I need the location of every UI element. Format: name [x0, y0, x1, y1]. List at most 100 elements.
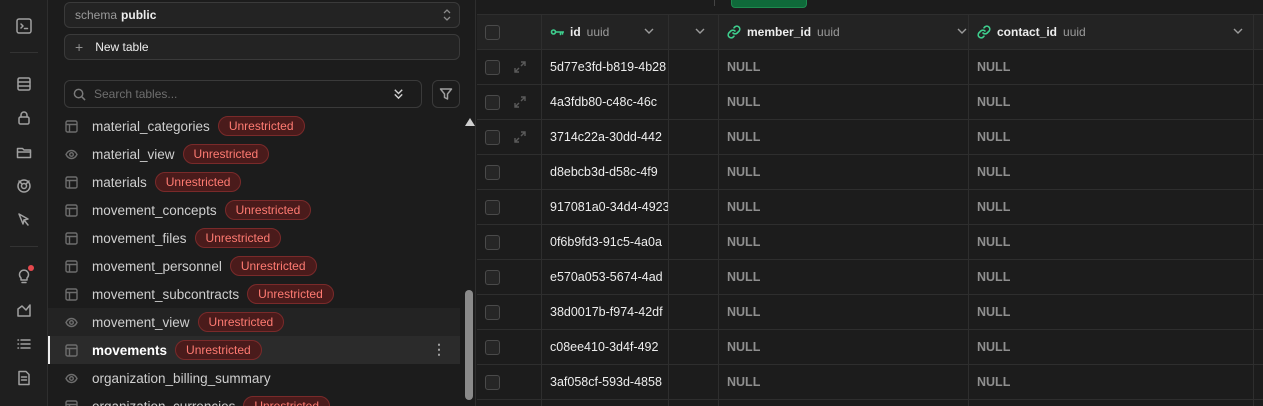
new-table-button[interactable]: + New table: [64, 34, 460, 60]
cell-id[interactable]: 4a3fdb80-c48c-46c: [550, 85, 668, 119]
scrollbar-thumb[interactable]: [465, 290, 473, 400]
cell-member-id[interactable]: NULL: [727, 330, 957, 364]
table-row[interactable]: 4a3fdb80-c48c-46c NULL NULL: [477, 85, 1263, 120]
expand-row-icon[interactable]: [514, 120, 530, 154]
row-checkbox[interactable]: [485, 164, 500, 180]
table-list-item[interactable]: organization_billing_summary: [48, 364, 460, 392]
table-list-item[interactable]: material_view Unrestricted: [48, 140, 460, 168]
filter-icon: [439, 88, 453, 100]
reports-icon[interactable]: [10, 296, 38, 324]
cell-contact-id[interactable]: NULL: [977, 50, 1237, 84]
table-list-item[interactable]: material_categories Unrestricted: [48, 112, 460, 140]
filter-button[interactable]: [432, 80, 460, 108]
cell-contact-id[interactable]: NULL: [977, 85, 1237, 119]
column-name: contact_id: [997, 25, 1058, 39]
column-header-member-id[interactable]: member_id uuid: [727, 15, 967, 49]
table-list-item[interactable]: movement_view Unrestricted: [48, 308, 460, 336]
docs-icon[interactable]: [10, 364, 38, 392]
row-checkbox[interactable]: [485, 94, 500, 110]
chevron-down-icon[interactable]: [695, 27, 705, 35]
lightbulb-icon[interactable]: [10, 262, 38, 290]
row-checkbox[interactable]: [485, 269, 500, 285]
cell-id[interactable]: 38d0017b-f974-42df: [550, 295, 668, 329]
terminal-icon[interactable]: [10, 12, 38, 40]
cell-contact-id[interactable]: NULL: [977, 190, 1237, 224]
table-row[interactable]: 5d77e3fd-b819-4b28 NULL NULL: [477, 50, 1263, 85]
table-icon: [64, 175, 78, 189]
schema-selector[interactable]: schema public: [64, 2, 460, 28]
table-list-item[interactable]: materials Unrestricted: [48, 168, 460, 196]
cell-id[interactable]: c08ee410-3d4f-492: [550, 330, 668, 364]
lock-icon[interactable]: [10, 104, 38, 132]
table-row[interactable]: 3af058cf-593d-4858 NULL NULL: [477, 365, 1263, 400]
cell-contact-id[interactable]: NULL: [977, 295, 1237, 329]
table-list-item[interactable]: movement_personnel Unrestricted: [48, 252, 460, 280]
row-checkbox[interactable]: [485, 199, 500, 215]
expand-row-icon[interactable]: [514, 50, 530, 84]
table-icon: [64, 231, 78, 245]
table-list-item[interactable]: movements Unrestricted ⋮: [48, 336, 460, 364]
cell-contact-id[interactable]: NULL: [977, 225, 1237, 259]
row-checkbox[interactable]: [485, 129, 500, 145]
realtime-icon[interactable]: [10, 172, 38, 200]
row-checkbox[interactable]: [485, 234, 500, 250]
column-header-contact-id[interactable]: contact_id uuid: [977, 15, 1243, 49]
table-list-item[interactable]: organization_currencies Unrestricted: [48, 392, 460, 406]
cell-member-id[interactable]: NULL: [727, 295, 957, 329]
table-list-item[interactable]: movement_subcontracts Unrestricted: [48, 280, 460, 308]
column-header-partial[interactable]: [669, 15, 719, 49]
table-row[interactable]: 917081a0-34d4-4923 NULL NULL: [477, 190, 1263, 225]
more-options-icon[interactable]: ⋮: [432, 342, 446, 356]
cell-id[interactable]: 0f6b9fd3-91c5-4a0a: [550, 225, 668, 259]
cell-member-id[interactable]: NULL: [727, 190, 957, 224]
table-row[interactable]: 0f6b9fd3-91c5-4a0a NULL NULL: [477, 225, 1263, 260]
chevron-down-icon[interactable]: [957, 27, 967, 35]
folder-icon[interactable]: [10, 138, 38, 166]
cell-member-id[interactable]: NULL: [727, 50, 957, 84]
row-checkbox[interactable]: [485, 339, 500, 355]
cell-contact-id[interactable]: NULL: [977, 365, 1237, 399]
cell-id[interactable]: 917081a0-34d4-4923: [550, 190, 668, 224]
cell-contact-id[interactable]: NULL: [977, 330, 1237, 364]
list-icon[interactable]: [10, 330, 38, 358]
table-row[interactable]: 38d0017b-f974-42df NULL NULL: [477, 295, 1263, 330]
chevron-down-icon[interactable]: [644, 27, 654, 35]
expand-row-icon[interactable]: [514, 85, 530, 119]
row-checkbox[interactable]: [485, 59, 500, 75]
column-header-id[interactable]: id uuid: [550, 15, 668, 49]
chevron-down-icon[interactable]: [1233, 27, 1243, 35]
cell-id[interactable]: d8ebcb3d-d58c-4f9: [550, 155, 668, 189]
table-row[interactable]: e570a053-5674-4ad NULL NULL: [477, 260, 1263, 295]
table-list-scrollbar[interactable]: [464, 112, 476, 406]
row-checkbox[interactable]: [485, 304, 500, 320]
insert-button[interactable]: [731, 0, 807, 8]
scroll-up-arrow-icon[interactable]: [465, 118, 475, 126]
table-list-item[interactable]: movement_concepts Unrestricted: [48, 196, 460, 224]
cell-member-id[interactable]: NULL: [727, 155, 957, 189]
table-row[interactable]: 3714c22a-30dd-442 NULL NULL: [477, 120, 1263, 155]
cell-contact-id[interactable]: NULL: [977, 260, 1237, 294]
cell-member-id[interactable]: NULL: [727, 120, 957, 154]
search-tables-box[interactable]: [64, 80, 422, 108]
table-row[interactable]: d8ebcb3d-d58c-4f9 NULL NULL: [477, 155, 1263, 190]
top-icon-partial[interactable]: [10, 0, 38, 6]
database-icon[interactable]: [10, 70, 38, 98]
table-list-item[interactable]: movement_files Unrestricted: [48, 224, 460, 252]
cell-id[interactable]: 3af058cf-593d-4858: [550, 365, 668, 399]
search-tables-input[interactable]: [94, 87, 384, 101]
cell-member-id[interactable]: NULL: [727, 365, 957, 399]
rls-status-badge: Unrestricted: [194, 228, 282, 248]
cell-id[interactable]: e570a053-5674-4ad: [550, 260, 668, 294]
cell-contact-id[interactable]: NULL: [977, 120, 1237, 154]
cell-id[interactable]: 5d77e3fd-b819-4b28: [550, 50, 668, 84]
cell-contact-id[interactable]: NULL: [977, 155, 1237, 189]
pointer-icon[interactable]: [10, 206, 38, 234]
double-chevron-down-icon[interactable]: [392, 87, 405, 100]
select-all-checkbox[interactable]: [485, 24, 500, 40]
cell-member-id[interactable]: NULL: [727, 225, 957, 259]
cell-id[interactable]: 3714c22a-30dd-442: [550, 120, 668, 154]
table-row[interactable]: c08ee410-3d4f-492 NULL NULL: [477, 330, 1263, 365]
cell-member-id[interactable]: NULL: [727, 85, 957, 119]
row-checkbox[interactable]: [485, 374, 500, 390]
cell-member-id[interactable]: NULL: [727, 260, 957, 294]
